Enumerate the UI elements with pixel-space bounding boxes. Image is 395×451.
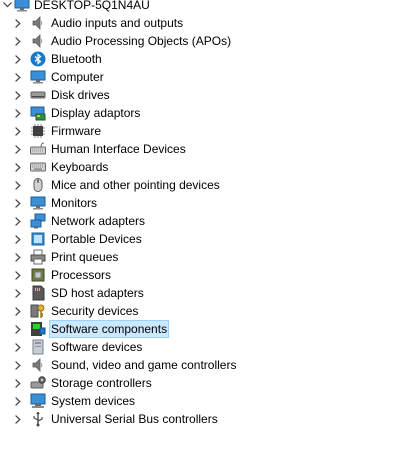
system-device-icon — [30, 393, 46, 409]
tree-item-label: Mice and other pointing devices — [51, 178, 220, 192]
expand-chevron-icon[interactable] — [11, 68, 25, 86]
tree-item-label: Monitors — [51, 196, 98, 210]
expand-chevron-icon[interactable] — [11, 302, 25, 320]
tree-item-audio-inputs-and-outputs[interactable]: Audio inputs and outputs — [0, 14, 395, 32]
tree-item-mice-and-other-pointing-devices[interactable]: Mice and other pointing devices — [0, 176, 395, 194]
portable-device-icon — [30, 231, 46, 247]
tree-item-software-devices[interactable]: Software devices — [0, 338, 395, 356]
tree-item-computer[interactable]: Computer — [0, 68, 395, 86]
tree-item-firmware[interactable]: Firmware — [0, 122, 395, 140]
tree-item-label: Print queues — [51, 250, 119, 264]
usb-icon — [30, 411, 46, 427]
display-adapter-icon — [30, 105, 46, 121]
expand-chevron-icon[interactable] — [11, 50, 25, 68]
tree-item-label: Keyboards — [51, 160, 109, 174]
computer-icon — [14, 0, 30, 12]
expand-chevron-icon[interactable] — [11, 140, 25, 158]
expand-chevron-icon[interactable] — [11, 320, 25, 338]
network-icon — [30, 213, 46, 229]
tree-item-disk-drives[interactable]: Disk drives — [0, 86, 395, 104]
expand-chevron-icon[interactable] — [11, 14, 25, 32]
tree-item-label: Security devices — [51, 304, 139, 318]
tree-item-security-devices[interactable]: Security devices — [0, 302, 395, 320]
expand-chevron-icon[interactable] — [11, 266, 25, 284]
key-icon — [30, 303, 46, 319]
tree-item-human-interface-devices[interactable]: Human Interface Devices — [0, 140, 395, 158]
tree-item-label: Storage controllers — [51, 376, 152, 390]
expand-chevron-icon[interactable] — [11, 32, 25, 50]
tree-item-portable-devices[interactable]: Portable Devices — [0, 230, 395, 248]
tree-item-audio-processing-objects-apos[interactable]: Audio Processing Objects (APOs) — [0, 32, 395, 50]
software-component-icon — [30, 321, 46, 337]
speaker-icon — [30, 357, 46, 373]
expand-chevron-icon[interactable] — [11, 86, 25, 104]
expand-chevron-icon[interactable] — [11, 158, 25, 176]
tree-item-label: Display adaptors — [51, 106, 141, 120]
expand-chevron-icon[interactable] — [11, 392, 25, 410]
tree-item-label: Portable Devices — [51, 232, 142, 246]
tree-item-print-queues[interactable]: Print queues — [0, 248, 395, 266]
tree-item-label: Network adapters — [51, 214, 146, 228]
root-label: DESKTOP-5Q1N4AU — [34, 0, 150, 12]
speaker-icon — [30, 33, 46, 49]
storage-controller-icon — [30, 375, 46, 391]
tree-item-label: Audio inputs and outputs — [51, 16, 184, 30]
expand-chevron-icon[interactable] — [11, 248, 25, 266]
tree-item-keyboards[interactable]: Keyboards — [0, 158, 395, 176]
expand-chevron-icon[interactable] — [11, 284, 25, 302]
tree-item-storage-controllers[interactable]: Storage controllers — [0, 374, 395, 392]
monitor-icon — [30, 69, 46, 85]
device-tree: DESKTOP-5Q1N4AU Audio inputs and outputs… — [0, 0, 395, 451]
expand-chevron-icon[interactable] — [11, 104, 25, 122]
tree-item-label: Bluetooth — [51, 52, 102, 66]
tree-item-label: System devices — [51, 394, 136, 408]
tree-item-label: Disk drives — [51, 88, 110, 102]
tree-item-monitors[interactable]: Monitors — [0, 194, 395, 212]
tree-item-bluetooth[interactable]: Bluetooth — [0, 50, 395, 68]
tree-item-label: Software devices — [51, 340, 143, 354]
tree-item-label: Computer — [51, 70, 104, 84]
tree-item-sound-video-and-game-controllers[interactable]: Sound, video and game controllers — [0, 356, 395, 374]
expand-chevron-icon[interactable] — [11, 338, 25, 356]
disk-drive-icon — [30, 87, 46, 103]
expand-chevron-icon[interactable] — [11, 122, 25, 140]
tree-item-sd-host-adapters[interactable]: SD host adapters — [0, 284, 395, 302]
keyboard-hid-icon — [30, 141, 46, 157]
tree-item-label: SD host adapters — [51, 286, 144, 300]
expand-chevron-icon[interactable] — [11, 176, 25, 194]
tree-item-label: Sound, video and game controllers — [51, 358, 237, 372]
monitor-icon — [30, 195, 46, 211]
chip-icon — [30, 123, 46, 139]
collapse-caret-icon[interactable] — [0, 0, 14, 14]
tree-item-label: Audio Processing Objects (APOs) — [51, 34, 232, 48]
software-device-icon — [30, 339, 46, 355]
tree-item-label: Firmware — [51, 124, 101, 138]
printer-icon — [30, 249, 46, 265]
expand-chevron-icon[interactable] — [11, 374, 25, 392]
tree-item-label: Universal Serial Bus controllers — [51, 412, 218, 426]
tree-item-label: Processors — [51, 268, 112, 282]
processor-icon — [30, 267, 46, 283]
tree-item-display-adaptors[interactable]: Display adaptors — [0, 104, 395, 122]
tree-item-label: Human Interface Devices — [51, 142, 186, 156]
tree-item-processors[interactable]: Processors — [0, 266, 395, 284]
tree-root[interactable]: DESKTOP-5Q1N4AU — [0, 0, 151, 14]
tree-item-software-components[interactable]: Software components — [0, 320, 395, 338]
expand-chevron-icon[interactable] — [11, 230, 25, 248]
tree-item-label: Software components — [48, 320, 170, 338]
expand-chevron-icon[interactable] — [11, 356, 25, 374]
bluetooth-icon — [30, 51, 46, 67]
expand-chevron-icon[interactable] — [11, 410, 25, 428]
keyboard-icon — [30, 159, 46, 175]
tree-item-network-adapters[interactable]: Network adapters — [0, 212, 395, 230]
expand-chevron-icon[interactable] — [11, 194, 25, 212]
tree-item-universal-serial-bus-controllers[interactable]: Universal Serial Bus controllers — [0, 410, 395, 428]
speaker-icon — [30, 15, 46, 31]
tree-item-system-devices[interactable]: System devices — [0, 392, 395, 410]
sd-card-icon — [30, 285, 46, 301]
expand-chevron-icon[interactable] — [11, 212, 25, 230]
mouse-icon — [30, 177, 46, 193]
